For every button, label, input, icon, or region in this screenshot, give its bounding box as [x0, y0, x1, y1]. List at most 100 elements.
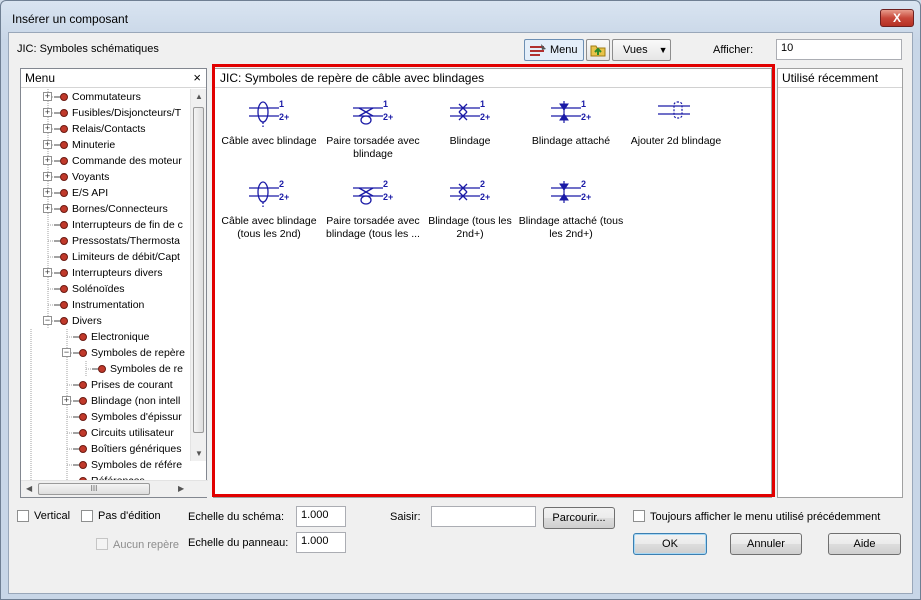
- menu-vertical-scrollbar[interactable]: ▲ ▼: [190, 89, 206, 461]
- up-level-button[interactable]: [586, 39, 610, 61]
- symbol-label: Câble avec blindage (tous les 2nd): [221, 215, 317, 240]
- menu-tree-item[interactable]: Instrumentation: [21, 297, 192, 313]
- menu-tree-item[interactable]: + Voyants: [21, 169, 192, 185]
- symbol-number-top: 2: [581, 179, 587, 189]
- menu-tree-item-label: Limiteurs de débit/Capt: [72, 251, 180, 263]
- help-button[interactable]: Aide: [828, 533, 901, 555]
- no-edit-label: Pas d'édition: [98, 510, 161, 522]
- menu-tree-item[interactable]: Symboles de re: [21, 361, 192, 377]
- views-dropdown[interactable]: Vues ▼: [612, 39, 671, 61]
- cancel-button[interactable]: Annuler: [730, 533, 802, 555]
- symbol-tile[interactable]: 1 2+ Blindage: [417, 97, 523, 148]
- expand-icon[interactable]: +: [43, 204, 52, 213]
- menu-tree-item[interactable]: Solénoïdes: [21, 281, 192, 297]
- symbol-node-icon: [73, 461, 87, 469]
- menu-tree-item-label: Commande des moteur: [72, 155, 182, 167]
- no-tag-checkbox[interactable]: [96, 538, 108, 550]
- menu-tree-item[interactable]: Symboles d'épissur: [21, 409, 192, 425]
- menu-tree-item-label: Bornes/Connecteurs: [72, 203, 168, 215]
- menu-tree-item[interactable]: − Divers: [21, 313, 192, 329]
- symbol-number-bottom: 2+: [383, 192, 394, 202]
- menu-tree-item[interactable]: Pressostats/Thermosta: [21, 233, 192, 249]
- scroll-right-icon[interactable]: ▶: [178, 484, 184, 493]
- type-label: Saisir:: [390, 511, 421, 523]
- show-count-input[interactable]: 10: [776, 39, 902, 60]
- expand-icon[interactable]: +: [43, 140, 52, 149]
- expand-icon[interactable]: +: [43, 172, 52, 181]
- menu-tree-item[interactable]: Boîtiers génériques: [21, 441, 192, 457]
- scroll-up-icon[interactable]: ▲: [195, 92, 203, 101]
- menu-tree-item[interactable]: + Relais/Contacts: [21, 121, 192, 137]
- menu-tree-item[interactable]: Prises de courant: [21, 377, 192, 393]
- symbol-tile[interactable]: 2 2+ Blindage (tous les 2nd+): [417, 177, 523, 241]
- symbol-tile[interactable]: Ajouter 2d blindage: [623, 97, 729, 148]
- menu-tree-item-label: Divers: [72, 315, 102, 327]
- symbol-tile[interactable]: 1 2+ Câble avec blindage: [216, 97, 322, 148]
- symbol-label: Blindage (tous les 2nd+): [428, 215, 512, 240]
- menu-tree-item[interactable]: Symboles de référe: [21, 457, 192, 473]
- menu-tree-item[interactable]: Limiteurs de débit/Capt: [21, 249, 192, 265]
- panel-scale-input[interactable]: 1.000: [296, 532, 346, 553]
- menu-tree-item[interactable]: − Symboles de repère: [21, 345, 192, 361]
- no-edit-checkbox[interactable]: [81, 510, 93, 522]
- menu-tree-item[interactable]: + E/S API: [21, 185, 192, 201]
- symbol-panel-header: JIC: Symboles de repère de câble avec bl…: [214, 69, 771, 88]
- symbol-tile[interactable]: 2 2+ Paire torsadée avec blindage (tous le…: [320, 177, 426, 241]
- symbol-number-bottom: 2+: [581, 192, 592, 202]
- ok-button[interactable]: OK: [633, 533, 707, 555]
- symbol-node-icon: [54, 189, 68, 197]
- expand-icon[interactable]: +: [43, 124, 52, 133]
- menu-tree-item[interactable]: + Bornes/Connecteurs: [21, 201, 192, 217]
- cable-shield-icon: 2 2+: [245, 177, 293, 211]
- always-show-checkbox[interactable]: [633, 510, 645, 522]
- menu-tree-item[interactable]: Circuits utilisateur: [21, 425, 192, 441]
- symbol-label: Ajouter 2d blindage: [630, 135, 722, 147]
- vertical-scroll-thumb[interactable]: [193, 107, 204, 433]
- menu-toggle-button[interactable]: Menu: [524, 39, 584, 61]
- expand-icon[interactable]: +: [43, 156, 52, 165]
- menu-tree-item[interactable]: Références: [21, 473, 192, 480]
- vertical-checkbox[interactable]: [17, 510, 29, 522]
- symbol-tile[interactable]: 2 2+ Blindage attaché (tous les 2nd+): [518, 177, 624, 241]
- menu-tree-item[interactable]: Electronique: [21, 329, 192, 345]
- current-path-label: JIC: Symboles schématiques: [17, 43, 159, 55]
- menu-tree-item[interactable]: Interrupteurs de fin de c: [21, 217, 192, 233]
- menu-tree-item[interactable]: + Interrupteurs divers: [21, 265, 192, 281]
- menu-tree-item[interactable]: + Commutateurs: [21, 89, 192, 105]
- expand-icon[interactable]: +: [43, 108, 52, 117]
- horizontal-scroll-thumb[interactable]: III: [38, 483, 150, 495]
- views-label: Vues: [623, 44, 648, 56]
- collapse-icon[interactable]: −: [43, 316, 52, 325]
- close-window-button[interactable]: X: [880, 9, 914, 27]
- scroll-left-icon[interactable]: ◀: [26, 484, 32, 493]
- expand-icon[interactable]: +: [62, 396, 71, 405]
- schema-scale-input[interactable]: 1.000: [296, 506, 346, 527]
- symbol-label: Paire torsadée avec blindage (tous les .…: [326, 215, 420, 240]
- symbol-number-top: 1: [383, 99, 389, 109]
- symbol-number-bottom: 2+: [279, 112, 290, 122]
- menu-tree-item[interactable]: + Commande des moteur: [21, 153, 192, 169]
- collapse-icon[interactable]: −: [62, 348, 71, 357]
- expand-icon[interactable]: +: [43, 268, 52, 277]
- symbol-tile[interactable]: 1 2+ Paire torsadée avec blindage: [320, 97, 426, 161]
- menu-tree-item-label: Electronique: [91, 331, 150, 343]
- menu-horizontal-scrollbar[interactable]: ◀ III ▶: [21, 480, 208, 497]
- menu-tree-item[interactable]: + Blindage (non intell: [21, 393, 192, 409]
- menu-tree-item-label: Interrupteurs divers: [72, 267, 163, 279]
- symbol-tile[interactable]: 2 2+ Câble avec blindage (tous les 2nd): [216, 177, 322, 241]
- symbol-node-icon: [54, 173, 68, 181]
- menu-tree-item[interactable]: + Fusibles/Disjoncteurs/T: [21, 105, 192, 121]
- expand-icon[interactable]: +: [43, 188, 52, 197]
- menu-tree-item[interactable]: + Minuterie: [21, 137, 192, 153]
- symbol-node-icon: [54, 221, 68, 229]
- browse-button[interactable]: Parcourir...: [543, 507, 615, 529]
- expand-icon[interactable]: +: [43, 92, 52, 101]
- symbol-number-top: 1: [480, 99, 486, 109]
- symbol-tile[interactable]: 1 2+ Blindage attaché: [518, 97, 624, 148]
- scroll-down-icon[interactable]: ▼: [195, 449, 203, 458]
- menu-panel-header: Menu ×: [21, 69, 206, 88]
- type-input[interactable]: [431, 506, 536, 527]
- close-icon[interactable]: ×: [193, 70, 201, 85]
- always-show-label: Toujours afficher le menu utilisé précéd…: [650, 511, 881, 523]
- symbol-number-top: 1: [581, 99, 587, 109]
